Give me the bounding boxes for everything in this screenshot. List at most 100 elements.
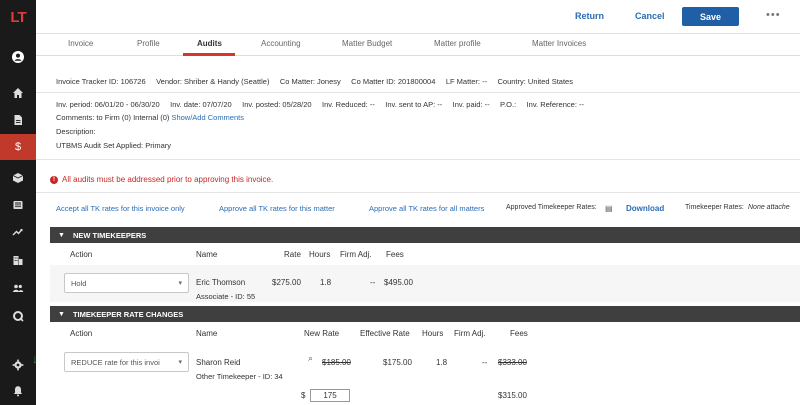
inv-sent-ap: Inv. sent to AP: -- — [385, 100, 443, 109]
col-name: Name — [196, 250, 218, 259]
tk-rates-value: None attache — [748, 204, 790, 211]
country: Country: United States — [497, 77, 573, 86]
bell-icon[interactable] — [0, 378, 36, 404]
approve-matter-rates-link[interactable]: Approve all TK rates for this matter — [219, 204, 335, 213]
fees-value: $495.00 — [384, 278, 413, 287]
col-hours: Hours — [309, 250, 331, 259]
download-link[interactable]: Download — [626, 204, 664, 213]
tab-matter-budget[interactable]: Matter Budget — [342, 39, 392, 48]
inv-date: Inv. date: 07/07/20 — [170, 100, 232, 109]
file-icon: ▤ — [605, 204, 613, 213]
tab-audits[interactable]: Audits — [197, 39, 222, 48]
home-icon[interactable] — [0, 80, 36, 106]
document-icon[interactable] — [0, 107, 36, 133]
inv-paid: Inv. paid: -- — [452, 100, 490, 109]
inv-posted: Inv. posted: 05/28/20 — [242, 100, 312, 109]
rate-action-select[interactable]: REDUCE rate for this invoi ▾ — [64, 352, 189, 372]
arrow-down-icon: ↓ — [32, 352, 38, 366]
save-button[interactable]: Save — [682, 7, 739, 26]
lf-matter: LF Matter: -- — [445, 77, 488, 86]
gear-icon[interactable] — [0, 352, 36, 378]
fees-value: $333.00 — [498, 358, 527, 367]
action-select[interactable]: Hold ▾ — [64, 273, 189, 293]
hours-value: 1.8 — [320, 278, 332, 287]
search-icon[interactable] — [0, 303, 36, 329]
col-hours: Hours — [422, 329, 444, 338]
main-content: Return Cancel Save ••• Invoice Profile A… — [32, 0, 800, 405]
chevron-down-icon: ▾ — [178, 280, 182, 287]
hours-value: 1.8 — [436, 358, 448, 367]
trend-icon[interactable] — [0, 219, 36, 245]
divider — [36, 92, 800, 93]
currency-prefix: $ — [301, 391, 306, 400]
show-add-comments-link[interactable]: Show/Add Comments — [171, 113, 244, 122]
vendor: Vendor: Shriber & Handy (Seattle) — [156, 77, 270, 86]
col-new-rate: New Rate — [304, 329, 340, 338]
cancel-button[interactable]: Cancel — [635, 11, 665, 21]
col-action: Action — [70, 250, 93, 259]
col-firm-adj: Firm Adj. — [454, 329, 486, 338]
timekeeper-role: Associate - ID: 55 — [196, 292, 256, 301]
co-matter-id: Co Matter ID: 201800004 — [351, 77, 436, 86]
left-sidebar: LT $ — [0, 0, 36, 405]
col-firm-adj: Firm Adj. — [340, 250, 372, 259]
description-line: Description: — [56, 127, 96, 136]
approve-all-rates-link[interactable]: Approve all TK rates for all matters — [369, 204, 484, 213]
col-rate: Rate — [284, 250, 301, 259]
magnifier-icon[interactable]: ⌕ — [308, 353, 313, 364]
user-icon[interactable] — [0, 44, 36, 70]
reduced-fees-value: $315.00 — [498, 391, 527, 400]
tab-accounting[interactable]: Accounting — [261, 39, 301, 48]
more-menu-button[interactable]: ••• — [766, 9, 781, 21]
chevron-down-icon: ▾ — [178, 359, 182, 366]
dollar-icon[interactable]: $ — [0, 134, 36, 160]
col-name: Name — [196, 329, 218, 338]
rate-actions-row: Accept all TK rates for this invoice onl… — [36, 204, 800, 218]
tab-matter-profile[interactable]: Matter profile — [434, 39, 481, 48]
divider — [36, 192, 800, 193]
col-action: Action — [70, 329, 93, 338]
tab-matter-invoices[interactable]: Matter Invoices — [532, 39, 586, 48]
timekeeper-name: Sharon Reid — [196, 358, 241, 367]
comments-line: Comments: to Firm (0) Internal (0) Show/… — [56, 113, 244, 122]
app-logo[interactable]: LT — [0, 0, 36, 34]
rate-changes-header[interactable]: ▼ TIMEKEEPER RATE CHANGES — [50, 306, 800, 322]
inv-reduced: Inv. Reduced: -- — [322, 100, 375, 109]
return-button[interactable]: Return — [575, 11, 604, 21]
building-icon[interactable] — [0, 247, 36, 273]
accept-invoice-rates-link[interactable]: Accept all TK rates for this invoice onl… — [56, 204, 185, 213]
effective-rate-value[interactable]: $175.00 — [383, 358, 412, 367]
approved-rates-label: Approved Timekeeper Rates: — [506, 204, 597, 211]
caret-down-icon: ▼ — [58, 231, 65, 239]
inv-reference: Inv. Reference: -- — [526, 100, 584, 109]
po-number: P.O.: — [500, 100, 517, 109]
invoice-details-line: Inv. period: 06/01/20 - 06/30/20 Inv. da… — [56, 100, 584, 109]
people-icon[interactable] — [0, 275, 36, 301]
comments-summary: Comments: to Firm (0) Internal (0) — [56, 113, 170, 122]
tab-profile[interactable]: Profile — [137, 39, 160, 48]
firm-adj-value: -- — [482, 358, 488, 367]
news-icon[interactable] — [0, 192, 36, 218]
reduced-rate-input[interactable]: 175 — [310, 389, 350, 402]
firm-adj-value: -- — [370, 278, 376, 287]
rate-value: $275.00 — [272, 278, 301, 287]
tab-bar: Invoice Profile Audits Accounting Matter… — [36, 34, 800, 56]
new-timekeepers-header[interactable]: ▼ NEW TIMEKEEPERS — [50, 227, 800, 243]
active-tab-indicator — [183, 53, 235, 56]
new-rate-value: $185.00 — [322, 358, 351, 367]
co-matter: Co Matter: Jonesy — [279, 77, 341, 86]
box-icon[interactable] — [0, 165, 36, 191]
tab-invoice[interactable]: Invoice — [68, 39, 93, 48]
timekeeper-name: Eric Thomson — [196, 278, 246, 287]
tk-rates-label: Timekeeper Rates: — [685, 204, 744, 211]
col-fees: Fees — [510, 329, 528, 338]
inv-period: Inv. period: 06/01/20 - 06/30/20 — [56, 100, 160, 109]
top-action-bar: Return Cancel Save ••• — [36, 0, 800, 34]
invoice-header-line: Invoice Tracker ID: 106726 Vendor: Shrib… — [56, 77, 573, 86]
timekeeper-role: Other Timekeeper - ID: 34 — [196, 372, 283, 381]
col-effective-rate: Effective Rate — [360, 329, 410, 338]
tracker-id: Invoice Tracker ID: 106726 — [56, 77, 146, 86]
audit-error-message: ! All audits must be addressed prior to … — [50, 175, 273, 184]
col-fees: Fees — [386, 250, 404, 259]
divider — [36, 159, 800, 160]
